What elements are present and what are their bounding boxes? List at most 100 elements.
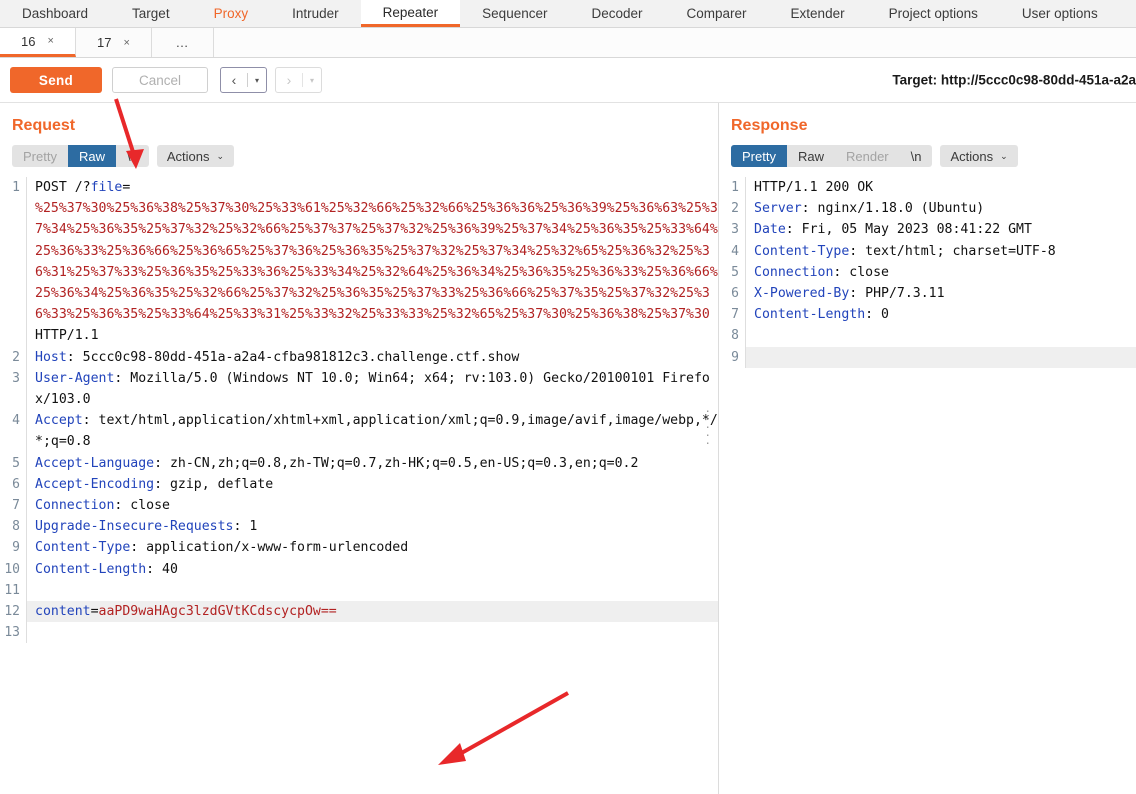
line-number: 4 [731, 243, 739, 259]
code-text[interactable]: Accept-Language: zh-CN,zh;q=0.8,zh-TW;q=… [26, 452, 718, 474]
code-text[interactable]: Server: nginx/1.18.0 (Ubuntu) [745, 198, 1136, 220]
response-editor[interactable]: 1 HTTP/1.1 200 OK 2 Server: nginx/1.18.0 (U… [719, 177, 1136, 753]
line-number: 4 [12, 413, 20, 429]
code-line[interactable]: 5 Accept-Language: zh-CN,zh;q=0.8,zh-TW;q… [0, 452, 718, 474]
code-line[interactable]: 8 Upgrade-Insecure-Requests: 1 [0, 516, 718, 538]
main-tab-repeater[interactable]: Repeater [360, 0, 461, 27]
code-text[interactable] [745, 346, 1136, 368]
code-text[interactable]: Date: Fri, 05 May 2023 08:41:22 GMT [745, 219, 1136, 241]
main-tab-extender[interactable]: Extender [768, 0, 867, 27]
main-tab-project-options[interactable]: Project options [866, 0, 1000, 27]
code-text[interactable]: content=aaPD9waHAgc3lzdGVtKCdscycpOw== [26, 601, 718, 623]
main-tab-label: Comparer [686, 6, 747, 21]
code-text[interactable]: Connection: close [26, 495, 718, 517]
main-tab-dashboard[interactable]: Dashboard [0, 0, 111, 27]
send-button[interactable]: Send [10, 67, 102, 93]
repeater-toolbar: Send Cancel ‹ ▾ › ▾ Target: http://5ccc0… [0, 58, 1136, 103]
code-line[interactable]: 1 HTTP/1.1 200 OK [719, 177, 1136, 199]
main-tab-sequencer[interactable]: Sequencer [460, 0, 570, 27]
response-view-tab-render[interactable]: Render [835, 145, 900, 167]
code-line[interactable]: 4 Accept: text/html,application/xhtml+xml… [0, 410, 718, 453]
main-tab-user-options[interactable]: User options [999, 0, 1120, 27]
code-text[interactable]: Accept: text/html,application/xhtml+xml,… [26, 410, 718, 453]
response-actions-button[interactable]: Actions ⌄ [940, 145, 1018, 167]
code-span-blue: Host [35, 349, 67, 365]
request-view-tab-raw[interactable]: Raw [67, 145, 116, 167]
code-line[interactable]: %25%37%30%25%36%38%25%37%30%25%33%61%25%… [0, 198, 718, 347]
code-text[interactable] [26, 622, 718, 644]
code-line[interactable]: 10 Content-Length: 40 [0, 558, 718, 580]
code-text[interactable]: HTTP/1.1 200 OK [745, 177, 1136, 199]
code-line[interactable]: 8 [719, 325, 1136, 347]
repeater-tab-16[interactable]: 16 × [0, 28, 76, 57]
code-span-blue: X-Powered-By [754, 286, 850, 302]
code-line[interactable]: 4 Content-Type: text/html; charset=UTF-8 [719, 240, 1136, 262]
code-line[interactable]: 12 content=aaPD9waHAgc3lzdGVtKCdscycpOw== [0, 601, 718, 623]
code-line[interactable]: 5 Connection: close [719, 261, 1136, 284]
code-line[interactable]: 7 Connection: close [0, 495, 718, 517]
code-text[interactable]: Content-Type: text/html; charset=UTF-8 [745, 240, 1136, 262]
chevron-down-icon[interactable]: ▾ [303, 68, 321, 92]
cancel-button[interactable]: Cancel [112, 67, 208, 93]
line-number: 9 [12, 540, 20, 556]
response-view-tab-pretty[interactable]: Pretty [731, 145, 787, 167]
code-line[interactable]: 1 POST /?file= [0, 177, 718, 199]
code-line[interactable]: 6 X-Powered-By: PHP/7.3.11 [719, 283, 1136, 305]
code-text[interactable]: %25%37%30%25%36%38%25%37%30%25%33%61%25%… [26, 198, 718, 347]
request-view-tabs[interactable]: Pretty Raw \n [12, 145, 149, 167]
request-editor[interactable]: 1 POST /?file= %25%37%30%25%36%38%25%37%30… [0, 177, 718, 753]
response-view-tab-n[interactable]: \n [900, 145, 933, 167]
close-icon[interactable]: × [124, 37, 130, 49]
code-text[interactable]: Content-Length: 0 [745, 304, 1136, 326]
repeater-tab-17[interactable]: 17 × [76, 28, 152, 57]
code-text[interactable]: Content-Type: application/x-www-form-url… [26, 537, 718, 559]
main-tab-proxy[interactable]: Proxy [191, 0, 271, 27]
line-number: 5 [12, 455, 20, 471]
code-text[interactable]: POST /?file= [26, 177, 718, 199]
code-line[interactable]: 11 [0, 579, 718, 602]
close-icon[interactable]: × [48, 35, 54, 47]
request-view-tab-n[interactable]: \n [116, 145, 149, 167]
code-line[interactable]: 3 User-Agent: Mozilla/5.0 (Windows NT 10.… [0, 367, 718, 411]
code-text[interactable]: X-Powered-By: PHP/7.3.11 [745, 283, 1136, 305]
go-back-group[interactable]: ‹ ▾ [220, 67, 267, 93]
code-line[interactable]: 3 Date: Fri, 05 May 2023 08:41:22 GMT [719, 219, 1136, 241]
code-text[interactable] [745, 325, 1136, 347]
code-text[interactable] [26, 579, 718, 602]
line-number: 6 [731, 286, 739, 302]
code-span-dark: : zh-CN,zh;q=0.8,zh-TW;q=0.7,zh-HK;q=0.5… [154, 455, 639, 471]
go-forward-group[interactable]: › ▾ [275, 67, 322, 93]
code-span-blue: Content-Length [754, 307, 866, 323]
forward-arrow-icon[interactable]: › [276, 68, 302, 92]
code-text[interactable]: Accept-Encoding: gzip, deflate [26, 473, 718, 496]
line-number: 2 [731, 201, 739, 217]
repeater-tab-label: 17 [97, 35, 112, 50]
code-text[interactable]: User-Agent: Mozilla/5.0 (Windows NT 10.0… [26, 367, 718, 411]
back-arrow-icon[interactable]: ‹ [221, 68, 247, 92]
request-actions-label: Actions [166, 148, 210, 164]
main-tab-decoder[interactable]: Decoder [569, 0, 665, 27]
line-number: 3 [731, 222, 739, 238]
code-line[interactable]: 9 [719, 346, 1136, 368]
code-text[interactable]: Host: 5ccc0c98-80dd-451a-a2a4-cfba981812… [26, 346, 718, 368]
response-view-tab-raw[interactable]: Raw [787, 145, 835, 167]
code-line[interactable]: 2 Host: 5ccc0c98-80dd-451a-a2a4-cfba98181… [0, 346, 718, 368]
code-text[interactable]: Upgrade-Insecure-Requests: 1 [26, 516, 718, 538]
code-span-dark: : 40 [146, 561, 178, 577]
code-line[interactable]: 2 Server: nginx/1.18.0 (Ubuntu) [719, 198, 1136, 220]
main-tab-target[interactable]: Target [110, 0, 192, 27]
code-text[interactable]: Connection: close [745, 261, 1136, 284]
repeater-tab-overflow-button[interactable]: … [152, 28, 214, 57]
code-line[interactable]: 7 Content-Length: 0 [719, 304, 1136, 326]
request-view-tab-pretty[interactable]: Pretty [12, 145, 68, 167]
code-text[interactable]: Content-Length: 40 [26, 558, 718, 580]
response-view-tabs[interactable]: Pretty Raw Render \n [731, 145, 933, 167]
code-line[interactable]: 13 [0, 622, 718, 644]
code-line[interactable]: 9 Content-Type: application/x-www-form-ur… [0, 537, 718, 559]
code-line[interactable]: 6 Accept-Encoding: gzip, deflate [0, 473, 718, 496]
main-tab-comparer[interactable]: Comparer [664, 0, 769, 27]
main-tab-intruder[interactable]: Intruder [270, 0, 361, 27]
chevron-down-icon[interactable]: ▾ [248, 68, 266, 92]
request-actions-button[interactable]: Actions ⌄ [156, 145, 235, 167]
code-span-blue: Accept-Encoding [35, 476, 155, 492]
